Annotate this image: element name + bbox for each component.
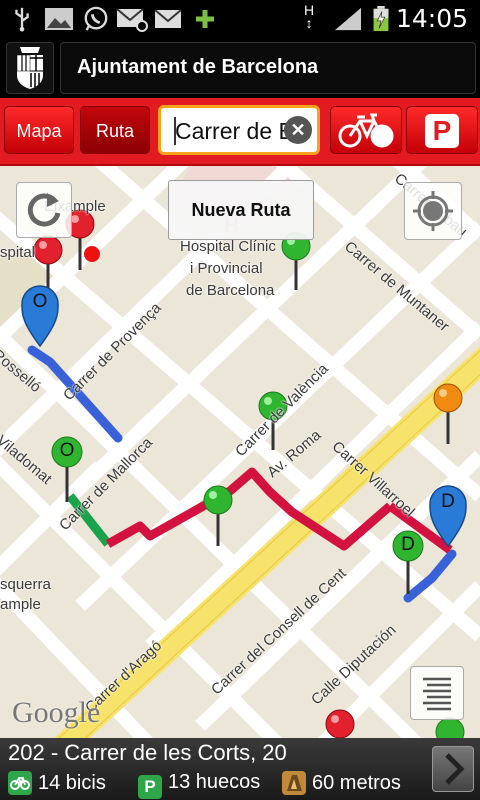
walking-icon: [282, 771, 306, 795]
bicycle-icon: [338, 113, 394, 148]
metro-icon: [84, 246, 100, 262]
parking-mode-button[interactable]: P: [406, 106, 478, 154]
poi-label: Hospital Clínic: [180, 238, 276, 255]
usb-icon: [15, 7, 29, 32]
new-route-button[interactable]: Nueva Ruta: [168, 180, 314, 240]
poi-label: i Provincial: [190, 260, 263, 277]
whatsapp-icon: [84, 6, 108, 31]
chevron-right-icon: [445, 753, 465, 785]
station-pin-green: [435, 717, 465, 738]
barcelona-crest-icon: [6, 42, 54, 94]
my-location-button[interactable]: [404, 182, 462, 240]
bikes-available: 14 bicis: [8, 771, 106, 795]
area-label: ample: [0, 596, 41, 613]
station-info-bar[interactable]: 202 - Carrer de les Corts, 20 14 bicis P…: [0, 738, 480, 800]
list-button[interactable]: [410, 666, 464, 720]
next-station-button[interactable]: [432, 746, 474, 792]
app-title: Ajuntament de Barcelona: [77, 56, 319, 78]
bikes-count: 14 bicis: [38, 772, 106, 794]
plus-icon: [196, 10, 214, 28]
search-input-value: Carrer de B: [175, 118, 294, 144]
bicycle-icon: [8, 771, 32, 795]
distance: 60 metros: [282, 771, 401, 795]
image-icon: [45, 8, 73, 30]
tab-route[interactable]: Ruta: [80, 106, 150, 154]
battery-charging-icon: [373, 6, 389, 32]
email-at-icon: [116, 8, 148, 32]
distance-value: 60 metros: [312, 772, 401, 794]
status-bar: H ↕ 14:05: [0, 0, 480, 38]
search-input[interactable]: Carrer de B ✕: [158, 105, 320, 155]
signal-icon: [335, 7, 361, 31]
origin-station-label: O: [59, 440, 75, 461]
list-icon: [423, 677, 451, 711]
parking-icon: P: [425, 114, 459, 148]
bike-mode-button[interactable]: [330, 106, 402, 154]
tab-map[interactable]: Mapa: [4, 106, 74, 154]
refresh-button[interactable]: [16, 182, 72, 238]
network-type-icon: H ↕: [304, 2, 315, 31]
app-header: Ajuntament de Barcelona: [0, 38, 480, 98]
parking-icon: P: [138, 775, 162, 799]
area-label: spital: [0, 244, 36, 261]
map-view[interactable]: H: [0, 166, 480, 738]
google-logo: Google: [12, 696, 101, 729]
area-label: squerra: [0, 576, 51, 593]
destination-station-label: D: [401, 534, 415, 555]
toolbar: Mapa Ruta Carrer de B ✕ P: [0, 98, 480, 166]
station-name: 202 - Carrer de les Corts, 20: [8, 740, 287, 765]
status-time: 14:05: [395, 4, 468, 33]
parking-count: 13 huecos: [168, 771, 261, 793]
email-icon: [154, 9, 182, 28]
destination-marker-label: D: [441, 491, 455, 512]
title-box: Ajuntament de Barcelona: [60, 42, 476, 94]
poi-label: de Barcelona: [186, 282, 275, 299]
origin-marker-label: O: [32, 291, 48, 312]
crosshair-icon: [413, 191, 453, 231]
clear-search-icon[interactable]: ✕: [284, 116, 312, 144]
parking-available: P 13 huecos: [138, 771, 260, 799]
station-pin-red: [325, 709, 355, 738]
refresh-icon: [27, 193, 61, 227]
